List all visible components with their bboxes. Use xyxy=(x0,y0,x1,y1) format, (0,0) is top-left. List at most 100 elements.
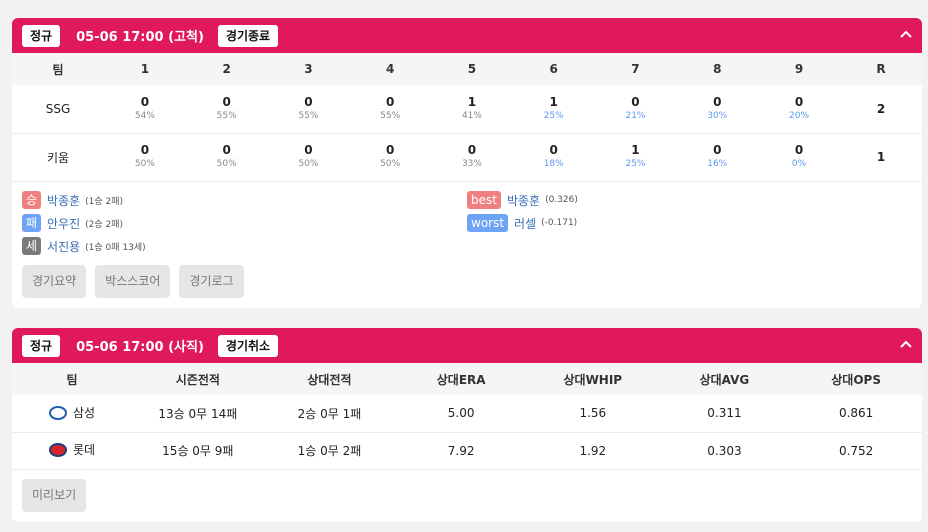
team-wrap: 삼성 xyxy=(48,404,96,421)
game-log-button[interactable]: 경기로그 xyxy=(179,265,244,298)
player-summary: 승 박종훈 (1승 2패) 패 안우진 (2승 2패) 세 서진용 (1승 0패 13세) be… xyxy=(12,182,922,258)
header-inning: 5 xyxy=(431,53,513,85)
scoreboard-row: SSG 0 54% 0 55% 0 55% 0 55% 1 41% 1 25% 0 21% 0 30% 0 20% 2 xyxy=(12,85,922,134)
win-probability: 41% xyxy=(461,110,482,121)
game-header: 정규 05-06 17:00 (고척) 경기종료 xyxy=(12,18,922,53)
preview-header-cell: 시즌전적 xyxy=(132,363,264,395)
inning-cell: 0 21% xyxy=(594,85,677,134)
inning-score: 0 xyxy=(222,94,231,109)
inning-score: 0 xyxy=(549,143,558,157)
stat-whip: 1.92 xyxy=(526,432,659,470)
inning-cell: 0 33% xyxy=(431,133,513,182)
preview-header-row: 팀 시즌전적 상대전적 상대ERA 상대WHIP 상대AVG 상대OPS xyxy=(12,363,922,395)
inning-score: 0 xyxy=(386,143,395,157)
win-probability: 20% xyxy=(789,110,810,121)
player-row: worst 러셀 (-0.171) xyxy=(467,212,578,235)
inning-cell: 0 55% xyxy=(349,85,432,134)
game-type-badge: 정규 xyxy=(22,24,61,47)
game-status-badge: 경기종료 xyxy=(217,24,279,47)
header-inning: 4 xyxy=(349,53,432,85)
win-probability: 50% xyxy=(216,159,237,169)
chevron-up-icon[interactable] xyxy=(898,27,914,43)
inning-score: 0 xyxy=(467,143,477,157)
inning-score: 0 xyxy=(794,143,804,157)
player-row: 패 안우진 (2승 2패) xyxy=(22,212,146,235)
preview-header-cell: 상대OPS xyxy=(790,363,922,395)
win-probability: 55% xyxy=(298,110,319,121)
player-name-link[interactable]: 박종훈 xyxy=(507,192,540,209)
inning-score: 0 xyxy=(386,94,395,109)
player-name-link[interactable]: 서진용 xyxy=(47,238,80,255)
win-probability: 18% xyxy=(543,159,564,169)
preview-header-cell: 상대WHIP xyxy=(526,363,659,395)
team-wrap: 롯데 xyxy=(48,441,95,458)
game-actions: 경기요약 박스스코어 경기로그 xyxy=(22,265,244,298)
game-type-badge: 정규 xyxy=(22,334,61,357)
win-probability: 50% xyxy=(134,159,155,169)
inning-score: 0 xyxy=(713,143,722,157)
game-title: 05-06 17:00 (사직) xyxy=(76,340,204,355)
box-score-button[interactable]: 박스스코어 xyxy=(95,265,171,298)
preview-button[interactable]: 미리보기 xyxy=(22,479,87,512)
player-name-link[interactable]: 박종훈 xyxy=(47,192,80,209)
inning-score: 0 xyxy=(222,143,231,157)
win-probability: 21% xyxy=(625,110,646,121)
preview-header-cell: 상대ERA xyxy=(395,363,527,395)
stat-ops: 0.861 xyxy=(790,395,922,433)
inning-cell: 0 50% xyxy=(267,133,350,182)
inning-score: 0 xyxy=(794,94,804,109)
inning-score: 0 xyxy=(140,94,150,109)
inning-cell: 1 41% xyxy=(431,85,513,134)
inning-cell: 1 25% xyxy=(594,133,677,182)
preview-header-cell: 상대AVG xyxy=(658,363,791,395)
inning-cell: 0 18% xyxy=(512,133,595,182)
stat-season: 15승 0무 9패 xyxy=(132,432,264,470)
header-inning: 1 xyxy=(104,53,186,85)
stat-avg: 0.311 xyxy=(658,395,791,433)
win-probability: 55% xyxy=(380,110,401,121)
player-record: (1승 2패) xyxy=(85,196,124,207)
game-summary-button[interactable]: 경기요약 xyxy=(22,265,87,298)
win-probability: 16% xyxy=(707,159,728,169)
team-name: 키움 xyxy=(12,133,104,182)
decision-tag: 세 xyxy=(22,237,42,255)
inning-cell: 0 50% xyxy=(349,133,432,182)
inning-score: 0 xyxy=(304,94,313,109)
inning-score: 0 xyxy=(304,143,313,157)
win-probability: 0% xyxy=(791,159,807,169)
decision-tag: best xyxy=(467,191,501,209)
game-status-badge: 경기취소 xyxy=(217,334,279,357)
decision-tag: 승 xyxy=(22,191,42,209)
stat-era: 7.92 xyxy=(395,432,527,470)
player-record: (-0.171) xyxy=(541,218,578,228)
preview-header-cell: 팀 xyxy=(12,363,132,395)
player-row: best 박종훈 (0.326) xyxy=(467,189,578,212)
win-probability: 54% xyxy=(134,110,155,121)
inning-cell: 0 55% xyxy=(185,85,268,134)
stat-ops: 0.752 xyxy=(790,432,922,470)
win-probability: 50% xyxy=(380,159,401,169)
header-inning: 9 xyxy=(758,53,840,85)
player-name-link[interactable]: 러셀 xyxy=(514,215,536,232)
header-inning: 8 xyxy=(676,53,759,85)
team-name: 삼성 xyxy=(72,406,96,420)
scoreboard-table: 팀 1 2 3 4 5 6 7 8 9 R SSG 0 54% 0 55% 0 55% 0 55… xyxy=(12,53,922,182)
header-team: 팀 xyxy=(12,53,104,85)
chevron-up-icon[interactable] xyxy=(898,337,914,353)
inning-cell: 0 50% xyxy=(185,133,268,182)
inning-cell: 0 20% xyxy=(758,85,840,134)
player-row: 세 서진용 (1승 0패 13세) xyxy=(22,235,146,258)
inning-cell: 0 16% xyxy=(676,133,759,182)
runs-total: 1 xyxy=(840,133,922,182)
inning-score: 1 xyxy=(467,94,477,109)
win-probability: 25% xyxy=(543,110,564,121)
inning-score: 1 xyxy=(549,94,558,109)
header-runs: R xyxy=(840,53,922,85)
inning-cell: 1 25% xyxy=(512,85,595,134)
inning-score: 0 xyxy=(140,143,150,157)
win-probability: 30% xyxy=(707,110,728,121)
stat-season: 13승 0무 14패 xyxy=(132,395,264,433)
player-name-link[interactable]: 안우진 xyxy=(47,215,80,232)
team-name: SSG xyxy=(12,85,104,134)
win-probability: 50% xyxy=(298,159,319,169)
